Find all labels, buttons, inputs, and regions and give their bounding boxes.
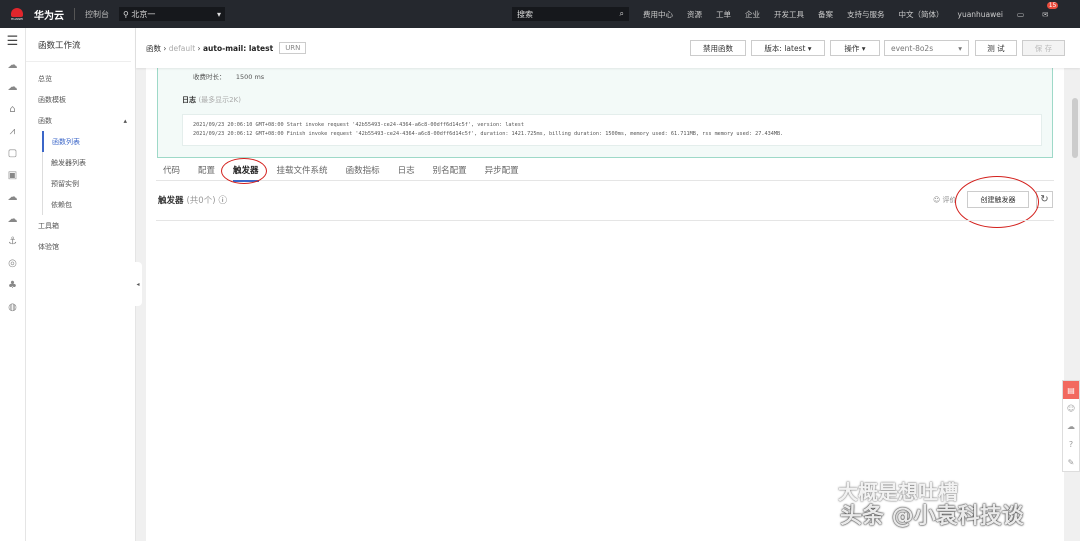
tab-code[interactable]: 代码 bbox=[163, 159, 180, 181]
tab-async[interactable]: 异步配置 bbox=[485, 159, 519, 181]
help-icon[interactable]: ⓘ bbox=[219, 196, 228, 206]
test-button[interactable]: 测 试 bbox=[975, 40, 1017, 56]
console-link[interactable]: 控制台 bbox=[85, 9, 109, 20]
test-event-select[interactable]: event-8o2s ▾ bbox=[884, 40, 969, 56]
nav-enterprise[interactable]: 企业 bbox=[745, 9, 760, 20]
nav-billing[interactable]: 费用中心 bbox=[643, 9, 673, 20]
sidebar-item-reserved[interactable]: 预留实例 bbox=[42, 173, 135, 194]
triggers-heading: 触发器 (共0个) ⓘ bbox=[158, 196, 228, 206]
smile-icon: ☺ bbox=[933, 196, 941, 204]
sidebar-item-function-list[interactable]: 函数列表 bbox=[42, 131, 135, 152]
save-button[interactable]: 保 存 bbox=[1022, 40, 1065, 56]
cloud-dots-icon[interactable]: ☁ bbox=[0, 76, 25, 98]
chevron-up-icon: ▴ bbox=[123, 116, 127, 125]
watermark-line2: 头条 @小袁科技谈 bbox=[840, 504, 1024, 529]
tab-alias[interactable]: 别名配置 bbox=[433, 159, 467, 181]
nav-devtools[interactable]: 开发工具 bbox=[774, 9, 804, 20]
terminal-icon[interactable]: ▭ bbox=[1017, 10, 1024, 19]
top-nav: 费用中心 资源 工单 企业 开发工具 备案 支持与服务 中文（简体） yuanh… bbox=[643, 0, 1059, 28]
bridge-icon[interactable]: ⩘ bbox=[0, 120, 25, 142]
sidebar-collapse-button[interactable]: ◂ bbox=[134, 262, 142, 306]
survey-icon[interactable]: ▤ bbox=[1063, 381, 1079, 399]
nav-user[interactable]: yuanhuawei bbox=[958, 10, 1003, 19]
annotation-circle bbox=[221, 158, 267, 184]
sidebar-item-trigger-list[interactable]: 触发器列表 bbox=[42, 152, 135, 173]
crumb-functions[interactable]: 函数 bbox=[146, 44, 161, 53]
log-line: 2021/09/23 20:06:12 GMT+08:00 Finish inv… bbox=[193, 130, 784, 137]
nav-resources[interactable]: 资源 bbox=[687, 9, 702, 20]
sidebar-item-experience[interactable]: 体验馆 bbox=[26, 236, 135, 257]
mail-icon[interactable]: ✉ 15 bbox=[1038, 1, 1059, 19]
log-output: 2021/09/23 20:06:10 GMT+08:00 Start invo… bbox=[182, 114, 1042, 146]
disable-function-button[interactable]: 禁用函数 bbox=[690, 40, 746, 56]
help-circle-icon[interactable]: ? bbox=[1063, 435, 1079, 453]
execution-result-panel: 收费时长： 1500 ms 日志 (最多显示2K) 2021/09/23 20:… bbox=[157, 68, 1053, 158]
version-select[interactable]: 版本: latest ▾ bbox=[751, 40, 825, 56]
nav-language[interactable]: 中文（简体） bbox=[899, 9, 944, 20]
function-tabs: 代码 配置 触发器 挂载文件系统 函数指标 日志 别名配置 异步配置 bbox=[156, 159, 1054, 182]
anchor-icon[interactable]: ⚓ bbox=[0, 230, 25, 252]
log-line: 2021/09/23 20:06:10 GMT+08:00 Start invo… bbox=[193, 122, 525, 128]
sidebar-item-templates[interactable]: 函数模板 bbox=[26, 89, 135, 110]
globe-icon[interactable]: ◍ bbox=[0, 296, 25, 318]
chevron-down-icon: ▾ bbox=[216, 9, 221, 19]
search-input[interactable]: 搜索 ⌕ bbox=[512, 7, 629, 21]
document-icon[interactable]: ▢ bbox=[0, 142, 25, 164]
huawei-logo[interactable]: HUAWEI bbox=[4, 0, 30, 28]
page-header: 函数 › default › auto-mail: latest URN 禁用函… bbox=[136, 28, 1080, 68]
sidebar-title: 函数工作流 bbox=[26, 28, 131, 62]
feedback-link[interactable]: ☺ 评价 bbox=[933, 195, 957, 205]
menu-icon[interactable]: ☰ bbox=[0, 28, 25, 54]
breadcrumb: 函数 › default › auto-mail: latest bbox=[146, 43, 274, 53]
brand-name[interactable]: 华为云 bbox=[34, 7, 64, 22]
tab-metrics[interactable]: 函数指标 bbox=[346, 159, 380, 181]
billed-duration: 收费时长： 1500 ms bbox=[193, 73, 265, 81]
search-icon[interactable]: ⌕ bbox=[620, 9, 624, 19]
house-icon[interactable]: ⌂ bbox=[0, 98, 25, 120]
nav-icp[interactable]: 备案 bbox=[818, 9, 833, 20]
main-content: 收费时长： 1500 ms 日志 (最多显示2K) 2021/09/23 20:… bbox=[146, 68, 1064, 541]
sidebar-item-dependencies[interactable]: 依赖包 bbox=[42, 194, 135, 215]
sidebar: 函数工作流 总览 函数模板 函数 ▴ 函数列表 触发器列表 预留实例 依赖包 工具… bbox=[26, 28, 136, 541]
sidebar-item-functions[interactable]: 函数 ▴ bbox=[26, 110, 135, 131]
floating-toolbar: ▤ ☺ ☁ ? ✎ bbox=[1062, 380, 1080, 472]
chat-icon[interactable]: ☺ bbox=[1063, 399, 1079, 417]
cloud-service-icon[interactable]: ☁ bbox=[1063, 417, 1079, 435]
service-rail: ☰ ☁ ☁ ⌂ ⩘ ▢ ▣ ☁ ☁ ⚓ ◎ ♣ ◍ bbox=[0, 28, 26, 541]
edit-icon[interactable]: ✎ bbox=[1063, 453, 1079, 471]
nav-support[interactable]: 支持与服务 bbox=[847, 9, 885, 20]
tab-config[interactable]: 配置 bbox=[198, 159, 215, 181]
sidebar-item-toolbox[interactable]: 工具箱 bbox=[26, 215, 135, 236]
cloud-up-icon[interactable]: ☁ bbox=[0, 208, 25, 230]
sidebar-item-overview[interactable]: 总览 bbox=[26, 68, 135, 89]
tab-file-system[interactable]: 挂载文件系统 bbox=[277, 159, 328, 181]
nav-tickets[interactable]: 工单 bbox=[716, 9, 731, 20]
actions-dropdown[interactable]: 操作 ▾ bbox=[830, 40, 880, 56]
chart-doc-icon[interactable]: ▣ bbox=[0, 164, 25, 186]
notification-badge: 15 bbox=[1046, 1, 1059, 9]
cloud-box-icon[interactable]: ☁ bbox=[0, 186, 25, 208]
circle-icon[interactable]: ◎ bbox=[0, 252, 25, 274]
log-title: 日志 (最多显示2K) bbox=[182, 96, 241, 104]
region-select[interactable]: ⚲ 北京一 ▾ bbox=[119, 7, 225, 21]
cluster-icon[interactable]: ♣ bbox=[0, 274, 25, 296]
urn-button[interactable]: URN bbox=[279, 42, 307, 54]
cloud-icon[interactable]: ☁ bbox=[0, 54, 25, 76]
tab-logs[interactable]: 日志 bbox=[398, 159, 415, 181]
